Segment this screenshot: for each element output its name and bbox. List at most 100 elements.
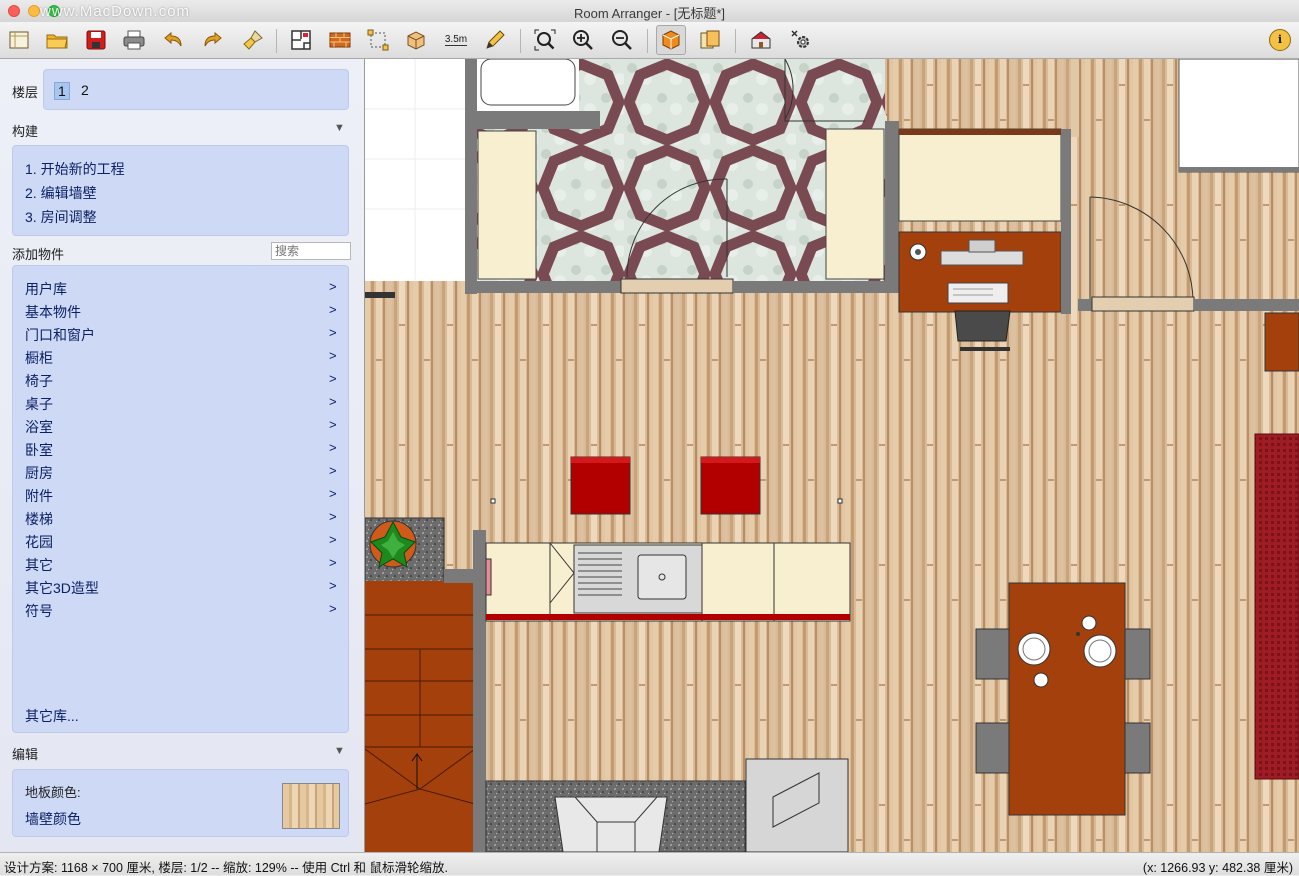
door-opening[interactable] (620, 278, 734, 294)
add-objects-label: 添加物件 (12, 247, 65, 262)
category-chevron-icon[interactable]: > (329, 279, 337, 294)
status-info: 设计方案: 1168 × 700 厘米, 楼层: 1/2 -- 缩放: 129%… (4, 861, 448, 875)
category-chevron-icon[interactable]: > (329, 532, 337, 547)
side-cabinet[interactable] (1264, 312, 1299, 372)
more-libraries-link[interactable]: 其它库... (25, 706, 79, 726)
white-room-right (1178, 59, 1299, 173)
category-chevron-icon[interactable]: > (329, 601, 337, 616)
category-item[interactable]: 卧室 (25, 440, 53, 460)
keyboard[interactable] (947, 282, 1009, 304)
wall (473, 530, 486, 852)
measure-icon[interactable]: 3.5m (441, 25, 471, 55)
info-label: i (1269, 29, 1291, 51)
floor-2-button[interactable]: 2 (81, 82, 89, 98)
info-icon[interactable]: i (1265, 25, 1295, 55)
object-search-input[interactable] (271, 242, 351, 260)
category-chevron-icon[interactable]: > (329, 440, 337, 455)
cursor-coordinates: (x: 1266.93 y: 482.38 厘米) (1142, 861, 1293, 875)
wall (885, 121, 899, 293)
house-3d-icon[interactable] (746, 25, 776, 55)
category-item[interactable]: 符号 (25, 601, 53, 621)
category-item[interactable]: 橱柜 (25, 348, 53, 368)
floors-label: 楼层 (12, 85, 39, 100)
door-opening[interactable] (1091, 296, 1195, 312)
category-chevron-icon[interactable]: > (329, 394, 337, 409)
monitor[interactable] (940, 250, 1024, 266)
select-icon[interactable] (363, 25, 393, 55)
category-item[interactable]: 厨房 (25, 463, 53, 483)
print-icon[interactable] (119, 25, 149, 55)
wall (465, 59, 477, 294)
view-3d-icon[interactable] (656, 25, 686, 55)
edit-panel: 地板颜色: 墙壁颜色 (12, 769, 349, 837)
category-item[interactable]: 门口和窗户 (25, 325, 95, 345)
category-item[interactable]: 浴室 (25, 417, 53, 437)
dining-chair[interactable] (975, 628, 1014, 680)
category-item[interactable]: 其它 (25, 555, 53, 575)
step-new-project[interactable]: 1. 开始新的工程 (25, 159, 125, 179)
fridge[interactable] (745, 758, 849, 852)
wall (465, 281, 621, 293)
wall-color-link[interactable]: 墙壁颜色 (25, 809, 81, 829)
pencil-icon[interactable] (480, 25, 510, 55)
edit-collapse-icon[interactable]: ▼ (334, 745, 345, 757)
redo-icon[interactable] (198, 25, 228, 55)
zoom-out-icon[interactable] (607, 25, 637, 55)
category-chevron-icon[interactable]: > (329, 348, 337, 363)
wall (477, 111, 600, 129)
wall (1194, 299, 1299, 311)
save-icon[interactable] (81, 25, 111, 55)
category-chevron-icon[interactable]: > (329, 578, 337, 593)
view-objects-icon[interactable] (695, 25, 725, 55)
category-item[interactable]: 花园 (25, 532, 53, 552)
category-item[interactable]: 桌子 (25, 394, 53, 414)
step-adjust-room[interactable]: 3. 房间调整 (25, 207, 97, 227)
category-item[interactable]: 楼梯 (25, 509, 53, 529)
category-item[interactable]: 其它3D造型 (25, 578, 99, 598)
bath-cabinet[interactable] (825, 128, 885, 280)
move-3d-icon[interactable] (401, 25, 431, 55)
object-categories-panel: 用户库 > 基本物件 > 门口和窗户 > 橱柜 > 椅子 > 桌子 > 浴室 > 卧室 > 厨房 > 附件 > 楼梯 > 花… (12, 265, 349, 733)
brush-icon[interactable] (238, 25, 268, 55)
build-section-label: 构建 (12, 124, 39, 139)
category-chevron-icon[interactable]: > (329, 486, 337, 501)
dining-chair[interactable] (975, 722, 1014, 774)
floor-color-swatch[interactable] (282, 783, 340, 829)
zoom-fit-icon[interactable] (530, 25, 560, 55)
floor-1-button[interactable]: 1 (54, 82, 70, 100)
category-chevron-icon[interactable]: > (329, 371, 337, 386)
new-file-icon[interactable] (4, 25, 34, 55)
category-chevron-icon[interactable]: > (329, 417, 337, 432)
category-chevron-icon[interactable]: > (329, 463, 337, 478)
build-collapse-icon[interactable]: ▼ (334, 122, 345, 134)
category-chevron-icon[interactable]: > (329, 509, 337, 524)
floor-plan-icon[interactable] (286, 25, 316, 55)
category-chevron-icon[interactable]: > (329, 555, 337, 570)
red-stool[interactable] (700, 456, 761, 515)
study-shelf[interactable] (898, 128, 1062, 222)
zoom-in-icon[interactable] (568, 25, 598, 55)
title-bar: www.MacDown.com Room Arranger - [无标题*] (0, 0, 1299, 23)
category-chevron-icon[interactable]: > (329, 325, 337, 340)
red-rug[interactable] (1254, 433, 1299, 780)
category-chevron-icon[interactable]: > (329, 302, 337, 317)
wall-brick-icon[interactable] (325, 25, 355, 55)
open-folder-icon[interactable] (42, 25, 72, 55)
dining-table[interactable] (1008, 582, 1126, 816)
sidebar: 楼层 1 2 构建 ▼ 1. 开始新的工程 2. 编辑墙壁 3. 房间调整 添加… (0, 59, 365, 852)
undo-icon[interactable] (158, 25, 188, 55)
settings-gear-icon[interactable] (786, 25, 816, 55)
office-chair[interactable] (954, 310, 1011, 342)
floor-color-label: 地板颜色: (25, 785, 81, 800)
bath-cabinet[interactable] (477, 130, 537, 280)
step-edit-walls[interactable]: 2. 编辑墙壁 (25, 183, 97, 203)
category-item[interactable]: 椅子 (25, 371, 53, 391)
window-title: Room Arranger - [无标题*] (574, 6, 725, 21)
category-item[interactable]: 用户库 (25, 279, 67, 299)
toolbar: 3.5m i (0, 22, 1299, 59)
category-item[interactable]: 基本物件 (25, 302, 81, 322)
floor-plan-canvas[interactable] (365, 59, 1299, 852)
red-stool[interactable] (570, 456, 631, 515)
status-bar: 设计方案: 1168 × 700 厘米, 楼层: 1/2 -- 缩放: 129%… (0, 852, 1299, 875)
category-item[interactable]: 附件 (25, 486, 53, 506)
